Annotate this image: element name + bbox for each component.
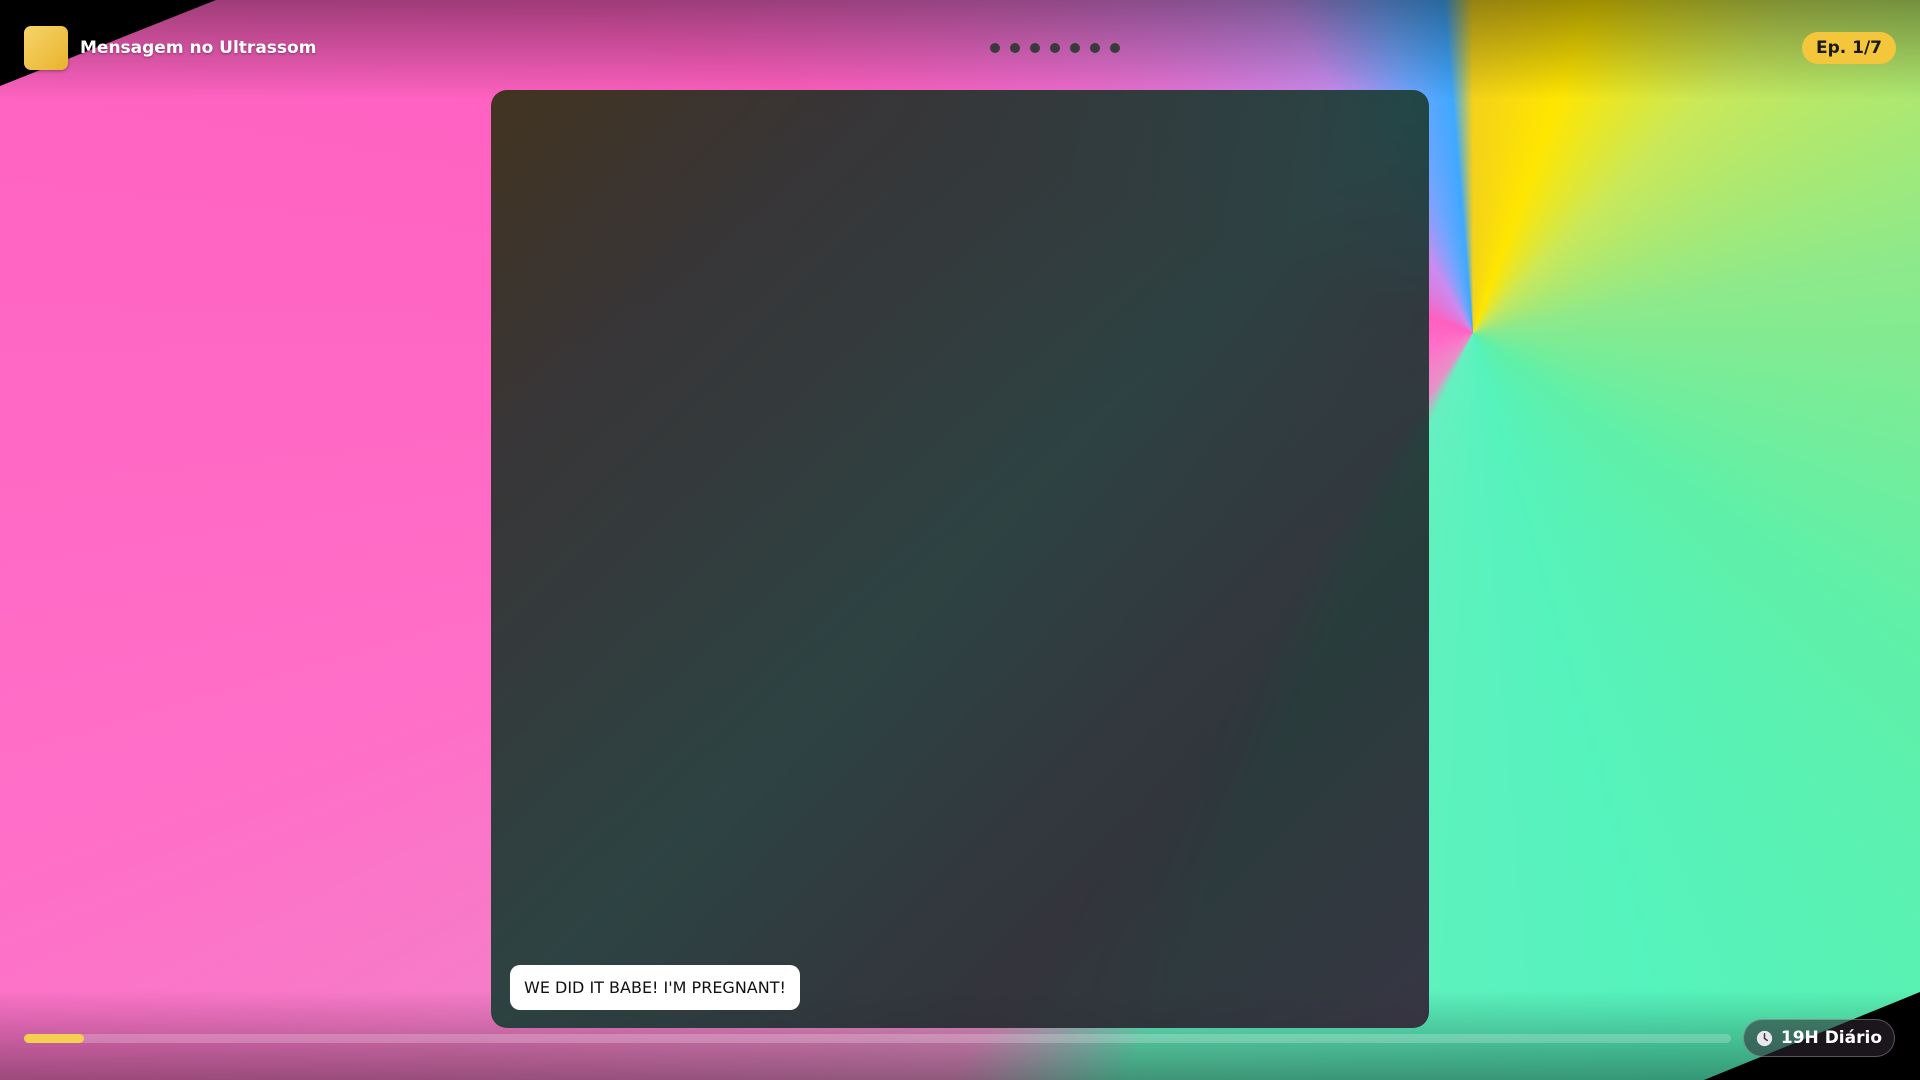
progress-bar[interactable] <box>24 1034 1731 1043</box>
page-dot[interactable] <box>1050 43 1060 53</box>
schedule-button[interactable]: 19H Diário <box>1742 1019 1895 1057</box>
page-dot[interactable] <box>1090 43 1100 53</box>
caption-bubble: WE DID IT BABE! I'M PREGNANT! <box>510 965 800 1010</box>
clock-icon <box>1756 1030 1773 1046</box>
page-dot[interactable] <box>1010 43 1020 53</box>
page-dot[interactable] <box>1030 43 1040 53</box>
video-player[interactable]: WE DID IT BABE! I'M PREGNANT! <box>491 90 1429 1028</box>
page-dot[interactable] <box>1070 43 1080 53</box>
app-title: Mensagem no Ultrassom <box>80 38 317 58</box>
progress-fill <box>24 1034 84 1043</box>
app-stage: Mensagem no Ultrassom Ep. 1/7 WE DID IT … <box>0 0 1920 1080</box>
page-dot[interactable] <box>1110 43 1120 53</box>
page-dot[interactable] <box>990 43 1000 53</box>
episode-badge[interactable]: Ep. 1/7 <box>1801 32 1896 64</box>
app-logo-icon[interactable] <box>24 26 68 70</box>
schedule-label: 19H Diário <box>1780 1028 1882 1048</box>
episode-page-dots <box>990 43 1120 53</box>
